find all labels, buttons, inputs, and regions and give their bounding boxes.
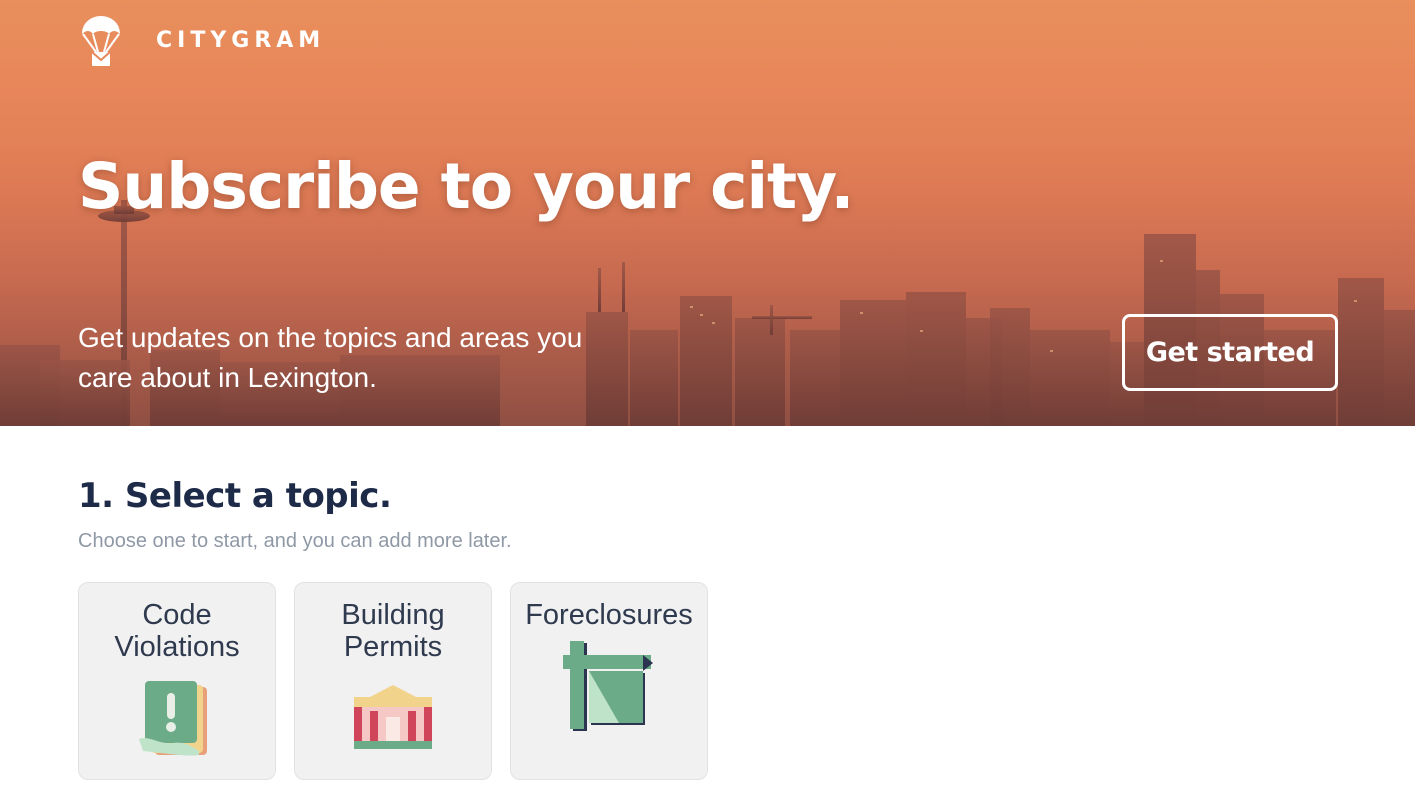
topic-label: Foreclosures (525, 599, 693, 631)
hero-title: Subscribe to your city. (78, 150, 854, 223)
brand-logo[interactable]: CITYGRAM (80, 16, 325, 68)
hero-subtitle: Get updates on the topics and areas you … (78, 322, 583, 393)
topic-label: Code Violations (114, 599, 240, 663)
hero-banner: CITYGRAM Subscribe to your city. Get upd… (0, 0, 1415, 426)
topic-card-code-violations[interactable]: Code Violations (78, 582, 276, 780)
building-permit-house-icon (354, 685, 432, 749)
topic-card-building-permits[interactable]: Building Permits (294, 582, 492, 780)
get-started-button[interactable]: Get started (1122, 314, 1338, 391)
foreclosure-sign-icon (563, 641, 653, 731)
topic-card-foreclosures[interactable]: Foreclosures (510, 582, 708, 780)
topic-label: Building Permits (341, 599, 445, 663)
brand-name: CITYGRAM (156, 27, 326, 53)
parachute-envelope-icon (82, 16, 120, 66)
topic-list: Code Violations Building Permits Foreclo… (78, 582, 708, 780)
select-topic-subtitle: Choose one to start, and you can add mor… (78, 530, 512, 552)
select-topic-heading: 1. Select a topic. (78, 476, 392, 516)
code-violation-book-icon (139, 681, 207, 756)
